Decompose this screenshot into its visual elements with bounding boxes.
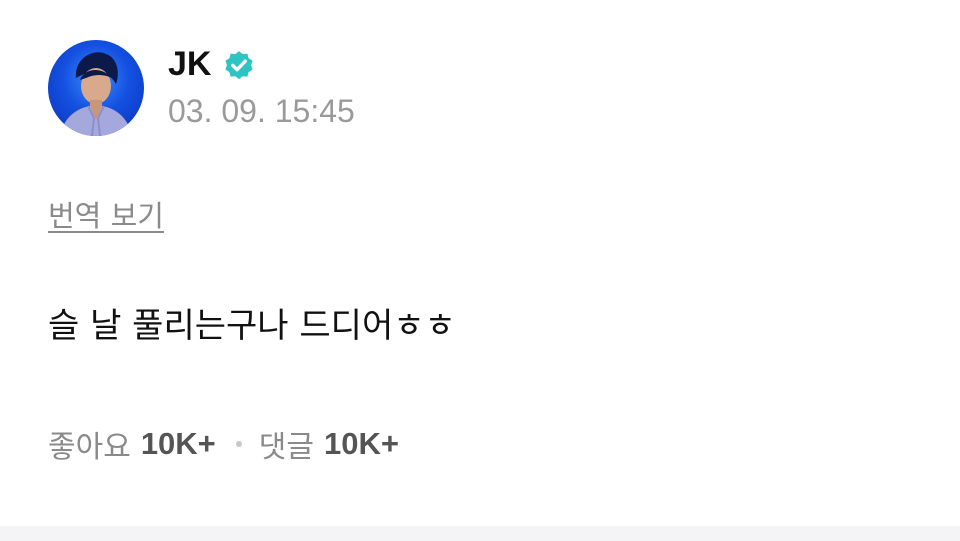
comments-count: 10K+: [324, 426, 399, 461]
likes-label: 좋아요: [48, 430, 131, 465]
verified-badge-icon: [225, 51, 253, 80]
comments-label: 댓글: [258, 430, 314, 465]
translate-link[interactable]: 번역 보기: [48, 196, 164, 236]
post-stats: 좋아요 10K+ 댓글 10K+: [48, 420, 399, 468]
author-name[interactable]: JK: [168, 40, 211, 88]
post-timestamp: 03. 09. 15:45: [168, 93, 355, 129]
avatar-portrait: [60, 52, 132, 136]
comments-button[interactable]: 댓글 10K+: [259, 422, 399, 466]
avatar[interactable]: [48, 40, 144, 136]
section-divider: [0, 526, 960, 541]
post-body: 슬 날 풀리는구나 드디어ㅎㅎ: [48, 306, 456, 346]
separator-dot: [235, 441, 242, 447]
likes-button[interactable]: 좋아요 10K+: [48, 422, 216, 466]
likes-count: 10K+: [140, 426, 216, 461]
